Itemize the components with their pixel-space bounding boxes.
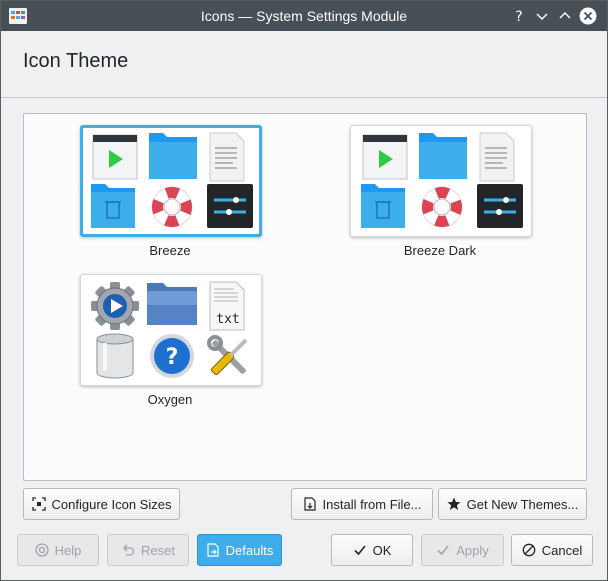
theme-label-oxygen[interactable]: Oxygen (80, 392, 260, 407)
get-new-themes-button[interactable]: Get New Themes... (438, 488, 587, 520)
svg-text:?: ? (166, 345, 179, 370)
svg-text:?: ? (515, 9, 522, 25)
defaults-button[interactable]: Defaults (197, 534, 282, 566)
breeze-preview-icons (91, 132, 253, 228)
install-file-icon (303, 497, 316, 511)
install-from-file-button[interactable]: Install from File... (291, 488, 433, 520)
apply-button[interactable]: Apply (421, 534, 504, 566)
minimize-chevron-icon[interactable] (532, 6, 552, 26)
oxygen-preview-icons: txt ? (91, 281, 248, 379)
theme-tile-breeze[interactable] (80, 125, 262, 237)
settings-window: Icons — System Settings Module ? Icon Th… (0, 0, 608, 581)
breeze-dark-preview-icons (361, 132, 523, 228)
title-bar[interactable]: Icons — System Settings Module ? (1, 1, 607, 31)
install-from-file-label: Install from File... (322, 496, 422, 512)
apply-check-icon (437, 545, 449, 556)
maximize-chevron-icon[interactable] (555, 6, 575, 26)
ok-label: OK (372, 542, 392, 558)
help-lifebuoy-icon (34, 543, 49, 557)
defaults-label: Defaults (225, 542, 274, 558)
reset-button[interactable]: Reset (107, 534, 189, 566)
theme-label-breeze[interactable]: Breeze (80, 243, 260, 258)
close-icon[interactable] (578, 6, 598, 26)
page-title: Icon Theme (23, 50, 129, 72)
icon-theme-grid[interactable]: Breeze Breeze Dark txt ? Oxygen (23, 113, 587, 481)
cancel-button[interactable]: Cancel (511, 534, 593, 566)
theme-tile-oxygen[interactable]: txt ? (80, 274, 262, 386)
theme-tile-breeze-dark[interactable] (350, 125, 532, 237)
ok-button[interactable]: OK (331, 534, 413, 566)
configure-icon-sizes-label: Configure Icon Sizes (51, 496, 172, 512)
configure-icon-sizes-button[interactable]: Configure Icon Sizes (23, 488, 180, 520)
get-new-themes-label: Get New Themes... (466, 496, 579, 512)
document-revert-icon (207, 543, 219, 557)
cancel-label: Cancel (541, 542, 583, 558)
help-icon[interactable]: ? (509, 6, 529, 26)
theme-label-breeze-dark[interactable]: Breeze Dark (350, 243, 530, 258)
undo-icon (123, 544, 135, 556)
resize-icon (31, 497, 46, 511)
svg-text:txt: txt (216, 312, 239, 327)
checkmark-icon (354, 545, 366, 556)
cancel-icon (522, 543, 536, 557)
header-divider (1, 97, 607, 98)
help-button[interactable]: Help (17, 534, 99, 566)
star-icon (447, 497, 461, 510)
reset-label: Reset (141, 542, 175, 558)
help-label: Help (54, 542, 82, 558)
apply-label: Apply (456, 542, 489, 558)
